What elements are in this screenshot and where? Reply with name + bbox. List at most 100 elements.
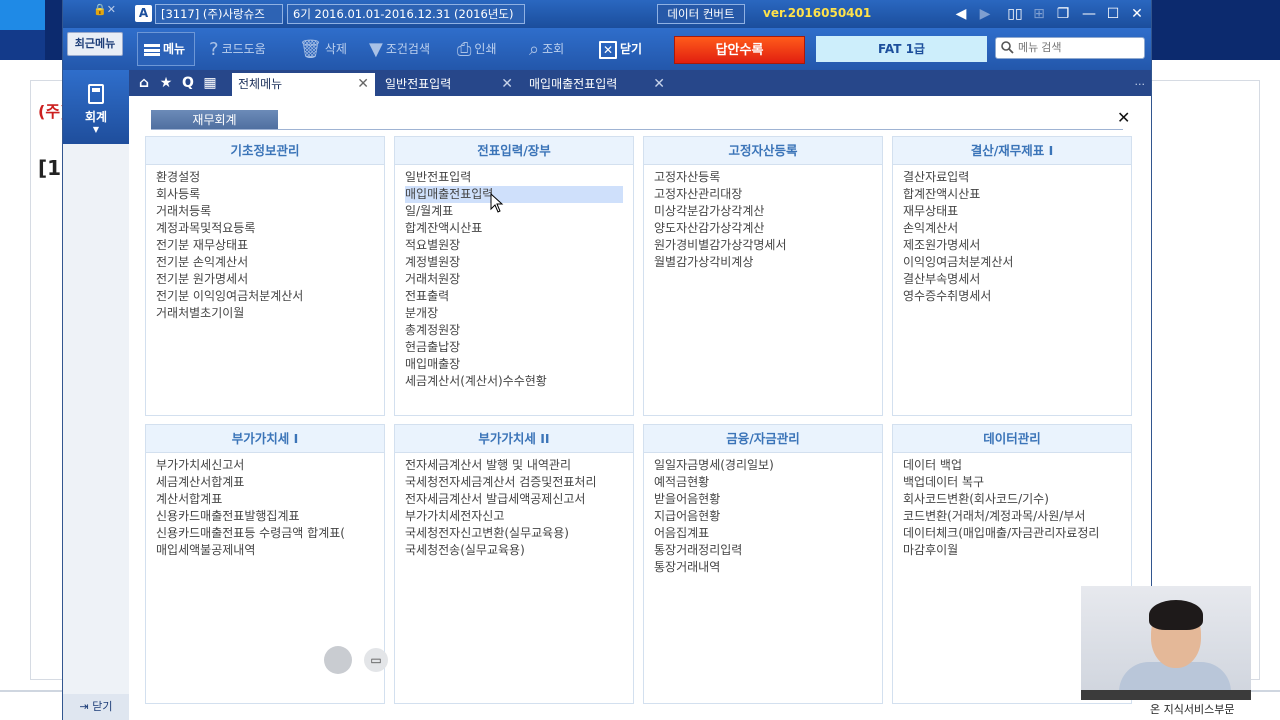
- grid-icon[interactable]: ⊞: [1029, 4, 1049, 24]
- query-icon[interactable]: Q: [179, 74, 197, 92]
- menu-item[interactable]: 전기분 재무상태표: [156, 237, 384, 254]
- condition-search-button[interactable]: ▼ 조건검색: [369, 36, 430, 62]
- menu-item[interactable]: 전기분 원가명세서: [156, 271, 384, 288]
- menu-item[interactable]: 국세청전송(실무교육용): [405, 542, 633, 559]
- close-icon[interactable]: ✕: [653, 73, 665, 95]
- menu-item[interactable]: 어음집계표: [654, 525, 882, 542]
- print-button[interactable]: ⎙ 인쇄: [457, 36, 497, 62]
- menu-item[interactable]: 거래처별초기이월: [156, 305, 384, 322]
- menu-item[interactable]: 매입세액불공제내역: [156, 542, 384, 559]
- monitor-icon[interactable]: ▭: [364, 648, 388, 672]
- maximize-icon[interactable]: ☐: [1103, 4, 1123, 24]
- menu-item[interactable]: 데이터 백업: [903, 457, 1131, 474]
- menu-item[interactable]: 매입매출장: [405, 356, 633, 373]
- menu-item[interactable]: 전표출력: [405, 288, 633, 305]
- menu-item[interactable]: 신용카드매출전표발행집계표: [156, 508, 384, 525]
- menu-item[interactable]: 계정별원장: [405, 254, 633, 271]
- home-icon[interactable]: ⌂: [135, 74, 153, 92]
- menu-item[interactable]: 거래처등록: [156, 203, 384, 220]
- menu-item[interactable]: 총계정원장: [405, 322, 633, 339]
- close-icon[interactable]: ✕: [501, 73, 513, 95]
- tab-general-voucher[interactable]: 일반전표입력 ✕: [379, 73, 519, 96]
- menu-item[interactable]: 제조원가명세서: [903, 237, 1131, 254]
- tab-overflow-button[interactable]: ...: [1135, 75, 1146, 88]
- menu-item[interactable]: 이익잉여금처분계산서: [903, 254, 1131, 271]
- menu-item[interactable]: 회사등록: [156, 186, 384, 203]
- back-arrow-icon[interactable]: ◀: [951, 4, 971, 24]
- menu-item[interactable]: 거래처원장: [405, 271, 633, 288]
- menu-item[interactable]: 양도자산감가상각계산: [654, 220, 882, 237]
- forward-arrow-icon[interactable]: ▶: [975, 4, 995, 24]
- menu-item[interactable]: 현금출납장: [405, 339, 633, 356]
- calendar-icon[interactable]: ▦: [201, 74, 219, 92]
- tab-all-menu[interactable]: 전체메뉴 ✕: [232, 73, 375, 96]
- menu-item[interactable]: 전기분 손익계산서: [156, 254, 384, 271]
- menu-item[interactable]: 마감후이월: [903, 542, 1131, 559]
- restore-window-icon[interactable]: ❐: [1053, 4, 1073, 24]
- menu-item[interactable]: 받을어음현황: [654, 491, 882, 508]
- menu-item[interactable]: 계산서합계표: [156, 491, 384, 508]
- book-icon[interactable]: ▯▯: [1005, 4, 1025, 24]
- close-button[interactable]: ✕ 닫기: [599, 36, 642, 62]
- menu-item[interactable]: 원가경비별감가상각명세서: [654, 237, 882, 254]
- menu-item[interactable]: 결산부속명세서: [903, 271, 1131, 288]
- floating-tool-button[interactable]: [324, 646, 352, 674]
- menu-item[interactable]: 매입매출전표입력: [405, 186, 623, 203]
- lock-icon[interactable]: 🔒✕: [93, 3, 123, 23]
- menu-item[interactable]: 세금계산서(계산서)수수현황: [405, 373, 633, 390]
- delete-button[interactable]: 🗑 삭제: [299, 36, 347, 62]
- menu-item[interactable]: 고정자산관리대장: [654, 186, 882, 203]
- menu-item[interactable]: 예적금현황: [654, 474, 882, 491]
- menu-item[interactable]: 월별감가상각비계상: [654, 254, 882, 271]
- menu-item[interactable]: 국세청전자신고변환(실무교육용): [405, 525, 633, 542]
- menu-item[interactable]: 미상각분감가상각계산: [654, 203, 882, 220]
- menu-item[interactable]: 회사코드변환(회사코드/기수): [903, 491, 1131, 508]
- menu-item[interactable]: 일반전표입력: [405, 169, 633, 186]
- menu-item[interactable]: 지급어음현황: [654, 508, 882, 525]
- menu-item[interactable]: 영수증수취명세서: [903, 288, 1131, 305]
- menu-item[interactable]: 전자세금계산서 발행 및 내역관리: [405, 457, 633, 474]
- sidebar-item-accounting[interactable]: 회계 ▼: [63, 70, 129, 144]
- close-window-icon[interactable]: ✕: [1127, 4, 1147, 24]
- menu-search-box[interactable]: [995, 37, 1145, 59]
- menu-item[interactable]: 재무상태표: [903, 203, 1131, 220]
- menu-item[interactable]: 고정자산등록: [654, 169, 882, 186]
- menu-item[interactable]: 국세청전자세금계산서 검증및전표처리: [405, 474, 633, 491]
- data-convert-button[interactable]: 데이터 컨버트: [657, 4, 745, 24]
- menu-item[interactable]: 합계잔액시산표: [903, 186, 1131, 203]
- menu-item[interactable]: 결산자료입력: [903, 169, 1131, 186]
- menu-item[interactable]: 백업데이터 복구: [903, 474, 1131, 491]
- search-input[interactable]: [1018, 40, 1140, 56]
- menu-item[interactable]: 분개장: [405, 305, 633, 322]
- menu-item[interactable]: 통장거래정리입력: [654, 542, 882, 559]
- minimize-icon[interactable]: —: [1079, 4, 1099, 24]
- menu-item[interactable]: 일/월계표: [405, 203, 633, 220]
- menu-item[interactable]: 손익계산서: [903, 220, 1131, 237]
- code-help-button[interactable]: ? 코드도움: [209, 36, 266, 62]
- menu-item[interactable]: 신용카드매출전표등 수령금액 합계표(: [156, 525, 384, 542]
- menu-item[interactable]: 코드변환(거래처/계정과목/사원/부서: [903, 508, 1131, 525]
- menu-item[interactable]: 부가가치세신고서: [156, 457, 384, 474]
- category-tab[interactable]: 재무회계: [151, 110, 278, 130]
- menu-item[interactable]: 합계잔액시산표: [405, 220, 633, 237]
- menu-item[interactable]: 계정과목및적요등록: [156, 220, 384, 237]
- menu-item[interactable]: 적요별원장: [405, 237, 633, 254]
- menu-button[interactable]: 메뉴: [137, 32, 195, 66]
- company-selector[interactable]: [3117] (주)사랑슈즈: [155, 4, 283, 24]
- menu-item[interactable]: 전자세금계산서 발급세액공제신고서: [405, 491, 633, 508]
- menu-item[interactable]: 일일자금명세(경리일보): [654, 457, 882, 474]
- close-icon[interactable]: ✕: [357, 73, 369, 95]
- tab-purchase-sales-voucher[interactable]: 매입매출전표입력 ✕: [523, 73, 671, 96]
- sidebar-close-button[interactable]: ⇥ 닫기: [63, 694, 129, 720]
- menu-item[interactable]: 환경설정: [156, 169, 384, 186]
- menu-item[interactable]: 데이터체크(매입매출/자금관리자료정리: [903, 525, 1131, 542]
- menu-item[interactable]: 전기분 이익잉여금처분계산서: [156, 288, 384, 305]
- star-icon[interactable]: ★: [157, 74, 175, 92]
- recent-menu-button[interactable]: 최근메뉴: [67, 32, 123, 56]
- close-icon[interactable]: ✕: [1117, 110, 1133, 126]
- submit-answer-button[interactable]: 답안수록: [674, 36, 805, 64]
- menu-item[interactable]: 세금계산서합계표: [156, 474, 384, 491]
- menu-item[interactable]: 통장거래내역: [654, 559, 882, 576]
- menu-item[interactable]: 부가가치세전자신고: [405, 508, 633, 525]
- inquiry-button[interactable]: ⌕ 조회: [529, 36, 564, 62]
